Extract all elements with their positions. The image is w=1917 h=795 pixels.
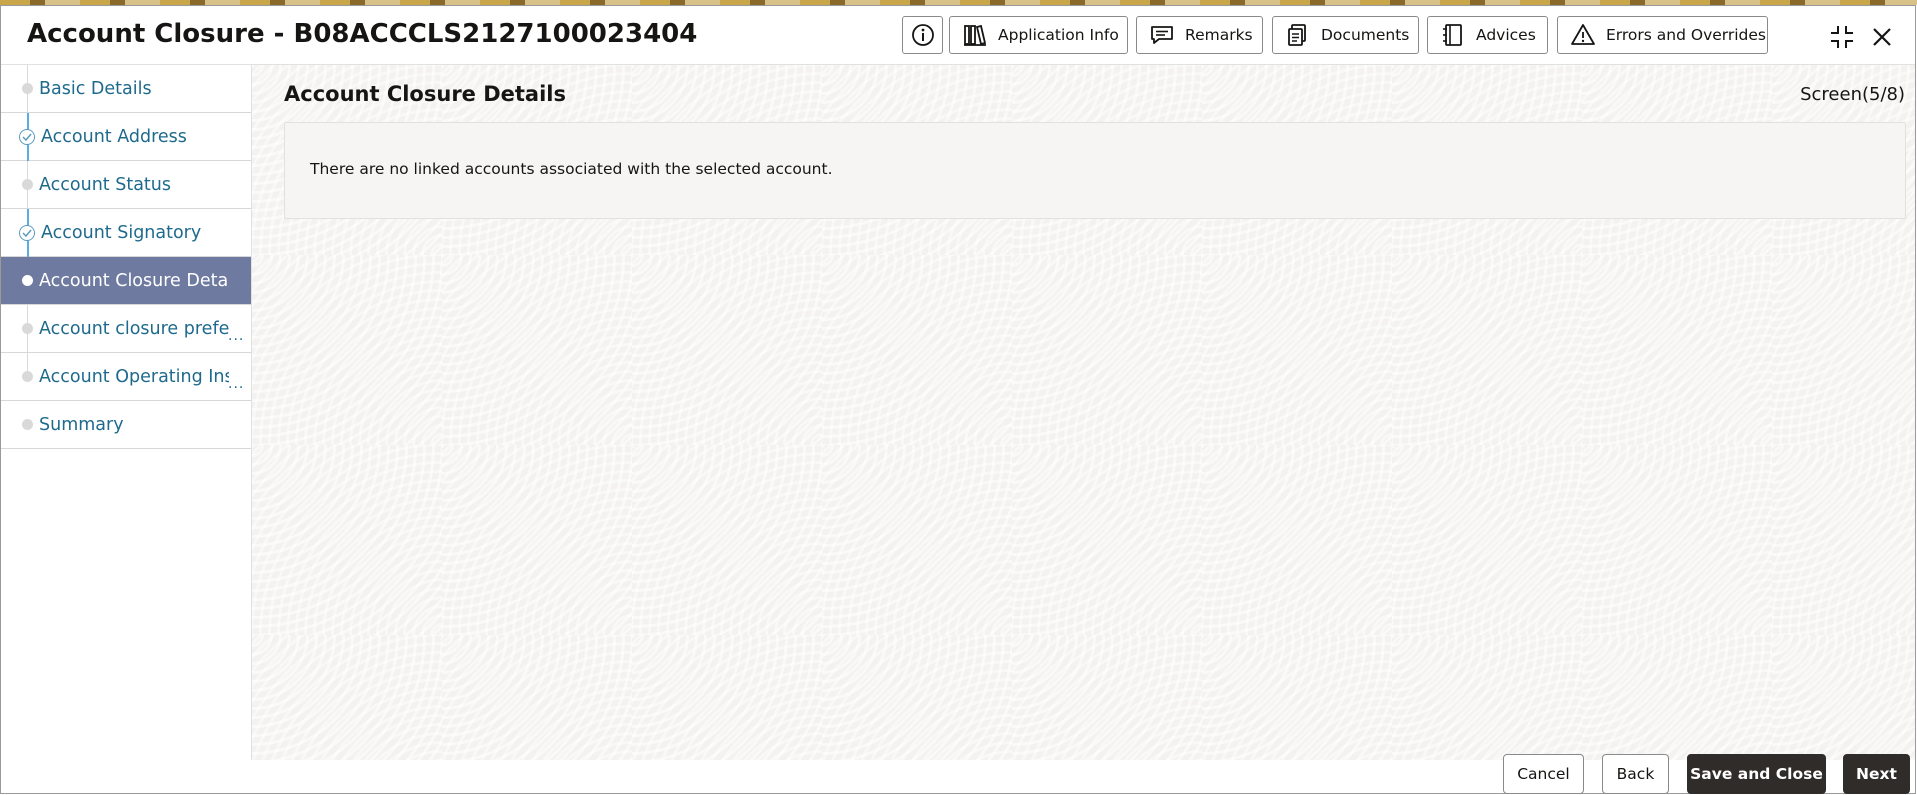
errors-and-overrides-label: Errors and Overrides: [1606, 26, 1767, 44]
sidebar-item-label: Account Signatory: [41, 222, 202, 243]
errors-and-overrides-button[interactable]: Errors and Overrides: [1557, 16, 1768, 54]
chat-icon: [1151, 26, 1173, 44]
application-window: Account Closure - B08ACCCLS2127100023404…: [0, 5, 1916, 794]
sidebar-item-account-closure-preferences[interactable]: Account closure prefere ...: [1, 305, 251, 353]
remarks-button[interactable]: Remarks: [1136, 16, 1263, 54]
header-bar: Account Closure - B08ACCCLS2127100023404…: [1, 6, 1915, 65]
sidebar-item-label: Account Closure Details: [39, 270, 229, 291]
section-title: Account Closure Details: [284, 82, 567, 106]
step-marker-pending: [22, 419, 33, 430]
sidebar-item-label: Account closure prefere: [39, 318, 229, 339]
main-content: Account Closure Details Screen(5/8) Ther…: [252, 65, 1915, 760]
step-marker-pending: [22, 371, 33, 382]
step-marker-pending: [22, 323, 33, 334]
library-icon: [964, 24, 987, 46]
check-circle-icon: [19, 128, 35, 145]
close-icon[interactable]: [1869, 24, 1895, 50]
advices-label: Advices: [1476, 26, 1536, 44]
info-icon: [911, 24, 934, 46]
notebook-icon: [1443, 24, 1462, 46]
sidebar-item-account-closure-details[interactable]: Account Closure Details: [1, 257, 251, 305]
step-marker-active: [22, 275, 33, 286]
save-and-close-button[interactable]: Save and Close: [1687, 754, 1826, 794]
linked-accounts-panel: There are no linked accounts associated …: [284, 122, 1906, 219]
sidebar-item-label: Basic Details: [39, 78, 152, 99]
sidebar-item-label: Account Status: [39, 174, 171, 195]
warning-icon: [1571, 24, 1595, 45]
no-linked-accounts-message: There are no linked accounts associated …: [310, 160, 833, 178]
check-circle-icon: [19, 224, 35, 241]
next-button[interactable]: Next: [1843, 754, 1910, 794]
sidebar-item-label: Account Address: [41, 126, 187, 147]
advices-button[interactable]: Advices: [1427, 16, 1548, 54]
documents-label: Documents: [1321, 26, 1410, 44]
screen-indicator: Screen(5/8): [1800, 84, 1905, 105]
documents-icon: [1288, 24, 1306, 46]
step-navigation: Basic Details Account Address Account St…: [1, 65, 252, 760]
sidebar-item-account-status[interactable]: Account Status: [1, 161, 251, 209]
sidebar-item-label: Account Operating Instr: [39, 366, 229, 387]
application-info-button[interactable]: Application Info: [949, 16, 1128, 54]
step-marker-pending: [22, 83, 33, 94]
back-button[interactable]: Back: [1602, 754, 1669, 794]
remarks-label: Remarks: [1185, 26, 1253, 44]
documents-button[interactable]: Documents: [1272, 16, 1419, 54]
sidebar-item-label: Summary: [39, 414, 124, 435]
sidebar-item-account-signatory[interactable]: Account Signatory: [1, 209, 251, 257]
sidebar-item-account-address[interactable]: Account Address: [1, 113, 251, 161]
application-info-label: Application Info: [998, 26, 1119, 44]
page-title: Account Closure - B08ACCCLS2127100023404: [27, 19, 698, 49]
cancel-button[interactable]: Cancel: [1503, 754, 1584, 794]
sidebar-item-account-operating-instructions[interactable]: Account Operating Instr ...: [1, 353, 251, 401]
sidebar-item-summary[interactable]: Summary: [1, 401, 251, 449]
truncation-ellipsis: ...: [228, 328, 245, 344]
sidebar-item-basic-details[interactable]: Basic Details: [1, 65, 251, 113]
step-marker-pending: [22, 179, 33, 190]
truncation-ellipsis: ...: [228, 376, 245, 392]
collapse-icon[interactable]: [1829, 24, 1855, 50]
info-button[interactable]: [902, 16, 943, 54]
